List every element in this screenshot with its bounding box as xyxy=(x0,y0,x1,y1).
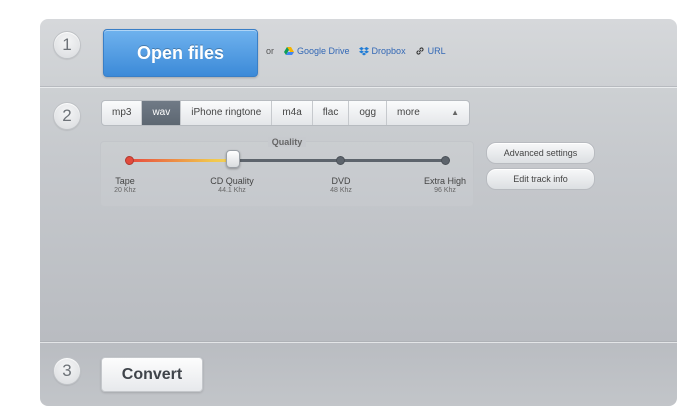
slider-stop-extra-high[interactable] xyxy=(441,156,450,165)
or-label: or xyxy=(266,46,275,56)
slider-stop-tape[interactable] xyxy=(125,156,134,165)
stop-dvd: DVD 48 Khz xyxy=(301,176,381,194)
stop-extra-high-rate: 96 Khz xyxy=(434,187,456,194)
stop-tape-rate: 20 Khz xyxy=(114,187,136,194)
quality-title: Quality xyxy=(267,137,307,147)
step-3-badge: 3 xyxy=(53,357,81,385)
format-m4a[interactable]: m4a xyxy=(272,101,313,125)
dropbox-icon xyxy=(358,46,369,55)
edit-track-info-button[interactable]: Edit track info xyxy=(486,168,595,190)
link-icon xyxy=(416,47,424,55)
google-drive-icon xyxy=(284,46,295,55)
more-formats-dropdown[interactable]: more ▲▼ xyxy=(387,101,469,125)
advanced-settings-button[interactable]: Advanced settings xyxy=(486,142,595,164)
format-selector: mp3 wav iPhone ringtone m4a flac ogg mor… xyxy=(101,100,471,126)
divider xyxy=(40,342,677,343)
converter-panel: 1 Open files or Google Drive Dropbox URL… xyxy=(40,19,677,406)
stop-cd-quality: CD Quality 44.1 Khz xyxy=(192,176,272,194)
url-label: URL xyxy=(427,46,446,56)
stop-tape-name: Tape xyxy=(115,176,135,186)
quality-slider-fill xyxy=(128,159,233,162)
stop-dvd-rate: 48 Khz xyxy=(330,187,352,194)
divider xyxy=(40,87,677,88)
up-down-chevron-icon: ▲▼ xyxy=(451,108,460,117)
stop-extra-high: Extra High 96 Khz xyxy=(405,176,485,194)
stop-dvd-name: DVD xyxy=(331,176,351,186)
format-ogg[interactable]: ogg xyxy=(349,101,388,125)
open-files-button[interactable]: Open files xyxy=(103,29,258,77)
format-mp3[interactable]: mp3 xyxy=(102,101,143,125)
dropbox-link[interactable]: Dropbox xyxy=(358,46,406,56)
google-drive-label: Google Drive xyxy=(297,46,350,56)
stop-cd-name: CD Quality xyxy=(210,176,254,186)
format-flac[interactable]: flac xyxy=(313,101,350,125)
quality-slider-thumb[interactable] xyxy=(226,150,240,168)
format-wav[interactable]: wav xyxy=(142,101,182,125)
more-label: more xyxy=(397,107,420,118)
stop-tape: Tape 20 Khz xyxy=(85,176,165,194)
dropbox-label: Dropbox xyxy=(371,46,406,56)
stop-cd-rate: 44.1 Khz xyxy=(218,187,246,194)
step-1-badge: 1 xyxy=(53,31,81,59)
format-iphone-ringtone[interactable]: iPhone ringtone xyxy=(181,101,273,125)
step-2-badge: 2 xyxy=(53,102,81,130)
google-drive-link[interactable]: Google Drive xyxy=(284,46,350,56)
quality-slider-track[interactable] xyxy=(125,150,450,168)
quality-slider-box: Quality Tape 20 Khz CD Quality 44.1 Khz … xyxy=(100,137,474,207)
slider-stop-dvd[interactable] xyxy=(336,156,345,165)
convert-button[interactable]: Convert xyxy=(101,357,203,392)
stop-extra-high-name: Extra High xyxy=(423,176,467,186)
file-sources: or Google Drive Dropbox URL xyxy=(266,46,455,56)
url-link[interactable]: URL xyxy=(415,46,446,56)
